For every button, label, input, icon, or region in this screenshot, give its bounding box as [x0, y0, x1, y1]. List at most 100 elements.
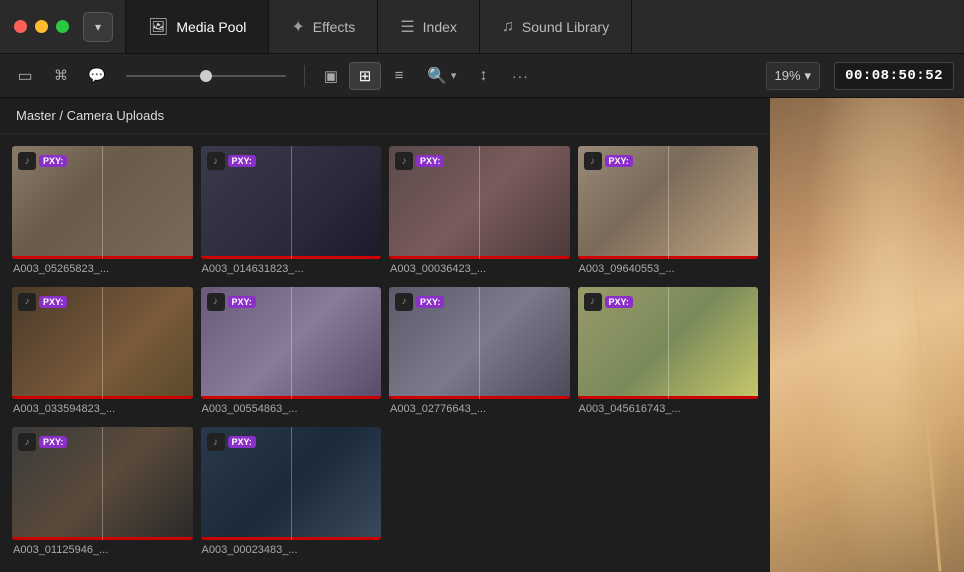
pxy-badge: PXY: [416, 155, 444, 167]
pxy-badge: PXY: [39, 436, 67, 448]
thumb-badge: ♪ PXY: [395, 293, 444, 311]
media-item[interactable]: ♪ PXY: A003_01125946_... [12, 427, 193, 560]
pxy-badge: PXY: [228, 436, 256, 448]
sort-button[interactable]: ↕ [468, 62, 498, 90]
grid-view-icon: ⊞ [359, 67, 372, 85]
pxy-badge: PXY: [39, 155, 67, 167]
media-thumbnail: ♪ PXY: [12, 146, 193, 259]
progress-bar [578, 256, 759, 259]
search-icon: 🔍 [427, 66, 447, 86]
search-dropdown-icon: ▾ [451, 69, 457, 82]
music-icon: ♪ [395, 152, 413, 170]
media-item[interactable]: ♪ PXY: A003_05265823_... [12, 146, 193, 279]
thumbnail-view-button[interactable]: ▣ [315, 62, 347, 90]
notes-icon: 💬 [88, 67, 105, 84]
thumb-badge: ♪ PXY: [18, 293, 67, 311]
media-thumbnail: ♪ PXY: [389, 287, 570, 400]
zoom-dropdown-icon: ▾ [805, 68, 812, 84]
tab-sound-library[interactable]: ♫ Sound Library [480, 0, 632, 53]
tab-index[interactable]: ☰ Index [378, 0, 480, 53]
music-icon: ♪ [395, 293, 413, 311]
media-item[interactable]: ♪ PXY: A003_02776643_... [389, 287, 570, 420]
media-item[interactable]: ♪ PXY: A003_00023483_... [201, 427, 382, 560]
pxy-badge: PXY: [416, 296, 444, 308]
index-icon: ☰ [400, 17, 414, 37]
thumb-badge: ♪ PXY: [207, 433, 256, 451]
thumb-badge: ♪ PXY: [395, 152, 444, 170]
breadcrumb: Master / Camera Uploads [0, 98, 770, 134]
zoom-level: 19% [775, 68, 801, 83]
pxy-badge: PXY: [39, 296, 67, 308]
pxy-badge: PXY: [228, 296, 256, 308]
progress-bar [389, 396, 570, 399]
list-view-button[interactable]: ≡ [383, 62, 415, 90]
media-item[interactable]: ♪ PXY: A003_00554863_... [201, 287, 382, 420]
media-thumbnail: ♪ PXY: [201, 287, 382, 400]
title-bar: ▾ 🖼 Media Pool ✦ Effects ☰ Index ♫ Sound… [0, 0, 964, 54]
progress-bar [389, 256, 570, 259]
music-icon: ♪ [18, 293, 36, 311]
panel-toggle-button[interactable]: ▭ [10, 62, 40, 90]
media-pool-icon: 🖼 [148, 17, 168, 37]
media-item[interactable]: ♪ PXY: A003_045616743_... [578, 287, 759, 420]
zoom-slider[interactable] [126, 75, 286, 77]
media-item[interactable]: ♪ PXY: A003_09640553_... [578, 146, 759, 279]
sort-icon: ↕ [479, 67, 487, 85]
thumb-badge: ♪ PXY: [584, 152, 633, 170]
progress-bar [12, 256, 193, 259]
media-thumbnail: ♪ PXY: [578, 287, 759, 400]
media-name: A003_02776643_... [389, 403, 570, 415]
media-name: A003_045616743_... [578, 403, 759, 415]
more-icon: ··· [512, 68, 529, 84]
progress-bar [201, 537, 382, 540]
media-name: A003_00036423_... [389, 263, 570, 275]
music-icon: ♪ [207, 293, 225, 311]
tab-media-pool[interactable]: 🖼 Media Pool [125, 0, 269, 53]
media-item[interactable]: ♪ PXY: A003_014631823_... [201, 146, 382, 279]
tab-index-label: Index [423, 19, 457, 35]
effects-filter-button[interactable]: ⌘ [46, 62, 76, 90]
media-thumbnail: ♪ PXY: [12, 427, 193, 540]
thumb-badge: ♪ PXY: [18, 433, 67, 451]
media-thumbnail: ♪ PXY: [201, 427, 382, 540]
maximize-button[interactable] [56, 20, 69, 33]
timecode-display: 00:08:50:52 [834, 62, 954, 90]
media-name: A003_033594823_... [12, 403, 193, 415]
grid-view-button[interactable]: ⊞ [349, 62, 381, 90]
media-thumbnail: ♪ PXY: [201, 146, 382, 259]
media-name: A003_09640553_... [578, 263, 759, 275]
progress-bar [12, 396, 193, 399]
music-icon: ♪ [207, 152, 225, 170]
media-name: A003_00023483_... [201, 544, 382, 556]
progress-bar [578, 396, 759, 399]
media-name: A003_01125946_... [12, 544, 193, 556]
main-content: Master / Camera Uploads ♪ PXY: A003_0526… [0, 98, 964, 572]
workspace-dropdown[interactable]: ▾ [83, 12, 113, 42]
zoom-control[interactable]: 19% ▾ [766, 62, 821, 90]
minimize-button[interactable] [35, 20, 48, 33]
panel-icon: ▭ [17, 66, 32, 86]
music-icon: ♪ [584, 293, 602, 311]
separator-1 [304, 65, 305, 87]
dropdown-icon: ▾ [95, 20, 101, 34]
preview-panel [770, 98, 964, 572]
progress-bar [12, 537, 193, 540]
media-item[interactable]: ♪ PXY: A003_033594823_... [12, 287, 193, 420]
more-options-button[interactable]: ··· [504, 62, 536, 90]
slider-thumb [200, 70, 212, 82]
preview-image [770, 98, 964, 572]
close-button[interactable] [14, 20, 27, 33]
tab-effects[interactable]: ✦ Effects [269, 0, 378, 53]
pxy-badge: PXY: [228, 155, 256, 167]
media-item[interactable]: ♪ PXY: A003_00036423_... [389, 146, 570, 279]
thumbnail-view-icon: ▣ [324, 67, 338, 85]
tab-sound-library-label: Sound Library [522, 19, 609, 35]
search-button[interactable]: 🔍 ▾ [421, 66, 462, 86]
music-icon: ♪ [18, 152, 36, 170]
media-name: A003_05265823_... [12, 263, 193, 275]
progress-bar [201, 256, 382, 259]
notes-button[interactable]: 💬 [82, 62, 112, 90]
media-thumbnail: ♪ PXY: [12, 287, 193, 400]
view-mode-buttons: ▣ ⊞ ≡ [315, 62, 415, 90]
pxy-badge: PXY: [605, 155, 633, 167]
